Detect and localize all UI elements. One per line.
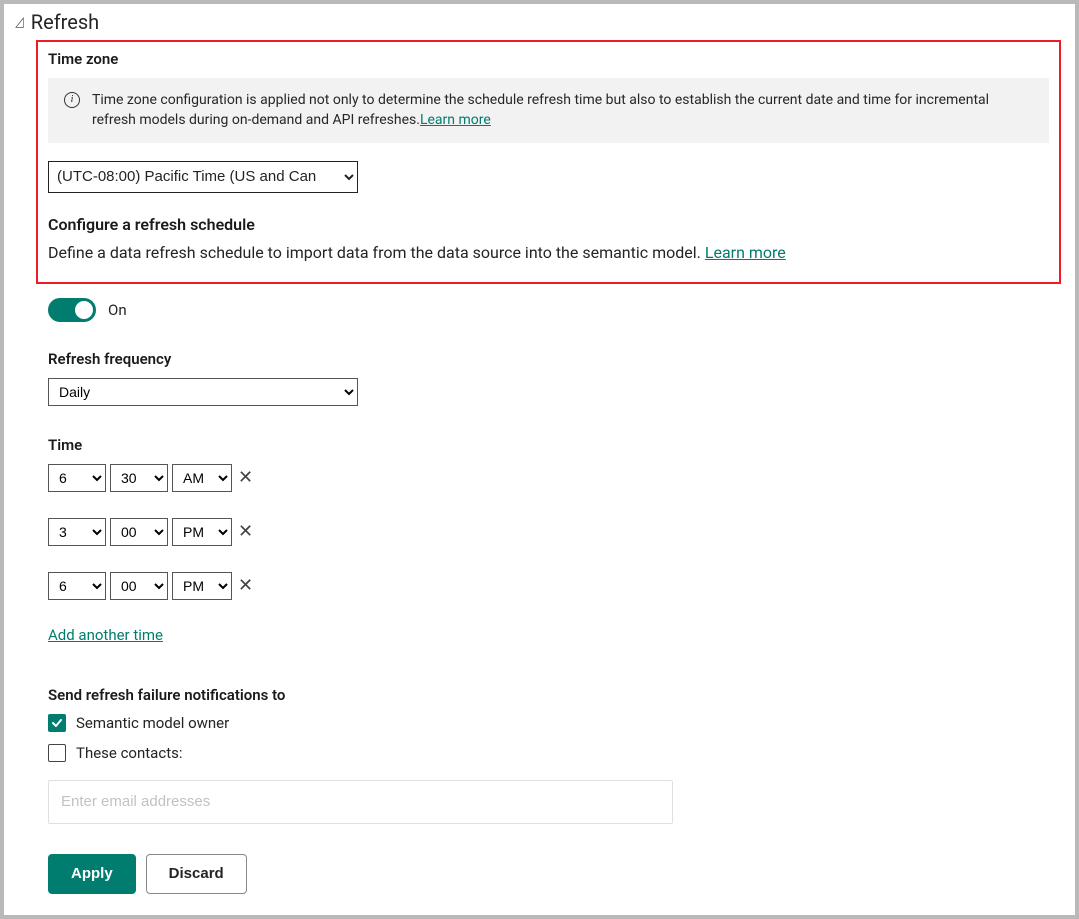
contacts-checkbox-row: These contacts: — [48, 744, 1061, 762]
time-rows: 6 30 AM ✕ 3 00 PM ✕ 6 00 PM ✕ — [48, 464, 1061, 600]
frequency-select[interactable]: Daily — [48, 378, 358, 406]
frequency-label: Refresh frequency — [48, 350, 1061, 368]
schedule-learn-more-link[interactable]: Learn more — [705, 243, 786, 262]
time-hour-select[interactable]: 3 — [48, 518, 106, 546]
time-label: Time — [48, 436, 1061, 454]
settings-body: On Refresh frequency Daily Time 6 30 AM … — [48, 298, 1061, 894]
time-minute-select[interactable]: 30 — [110, 464, 168, 492]
collapse-icon: ◿ — [15, 14, 24, 30]
add-time-link[interactable]: Add another time — [48, 626, 163, 644]
owner-checkbox[interactable] — [48, 714, 66, 732]
time-minute-select[interactable]: 00 — [110, 518, 168, 546]
info-icon: i — [64, 92, 80, 108]
section-title: Refresh — [31, 10, 99, 34]
schedule-heading: Configure a refresh schedule — [48, 215, 1049, 234]
owner-checkbox-row: Semantic model owner — [48, 714, 1061, 732]
time-section: Time 6 30 AM ✕ 3 00 PM ✕ 6 00 PM — [48, 436, 1061, 644]
time-minute-select[interactable]: 00 — [110, 572, 168, 600]
contacts-email-input[interactable] — [48, 780, 673, 824]
time-row: 6 30 AM ✕ — [48, 464, 1061, 492]
schedule-toggle-row: On — [48, 298, 1061, 322]
refresh-settings-panel: ◿ Refresh Time zone i Time zone configur… — [0, 0, 1079, 919]
timezone-info-box: i Time zone configuration is applied not… — [48, 78, 1049, 143]
remove-time-icon[interactable]: ✕ — [236, 469, 255, 487]
time-row: 3 00 PM ✕ — [48, 518, 1061, 546]
schedule-description: Define a data refresh schedule to import… — [48, 242, 1049, 264]
time-ampm-select[interactable]: PM — [172, 518, 232, 546]
section-header[interactable]: ◿ Refresh — [14, 10, 1061, 34]
remove-time-icon[interactable]: ✕ — [236, 523, 255, 541]
timezone-heading: Time zone — [48, 50, 1049, 68]
time-ampm-select[interactable]: PM — [172, 572, 232, 600]
timezone-info-text: Time zone configuration is applied not o… — [92, 90, 1031, 131]
notify-heading: Send refresh failure notifications to — [48, 686, 1061, 704]
contacts-checkbox-label: These contacts: — [76, 744, 182, 762]
contacts-checkbox[interactable] — [48, 744, 66, 762]
remove-time-icon[interactable]: ✕ — [236, 577, 255, 595]
discard-button[interactable]: Discard — [146, 854, 247, 894]
time-row: 6 00 PM ✕ — [48, 572, 1061, 600]
time-ampm-select[interactable]: AM — [172, 464, 232, 492]
time-hour-select[interactable]: 6 — [48, 572, 106, 600]
highlighted-region: Time zone i Time zone configuration is a… — [36, 40, 1061, 284]
button-row: Apply Discard — [48, 854, 1061, 894]
owner-checkbox-label: Semantic model owner — [76, 714, 229, 732]
timezone-select[interactable]: (UTC-08:00) Pacific Time (US and Can — [48, 161, 358, 193]
schedule-toggle-label: On — [108, 301, 127, 319]
schedule-toggle[interactable] — [48, 298, 96, 322]
notify-section: Send refresh failure notifications to Se… — [48, 686, 1061, 824]
timezone-learn-more-link[interactable]: Learn more — [420, 112, 491, 128]
apply-button[interactable]: Apply — [48, 854, 136, 894]
time-hour-select[interactable]: 6 — [48, 464, 106, 492]
